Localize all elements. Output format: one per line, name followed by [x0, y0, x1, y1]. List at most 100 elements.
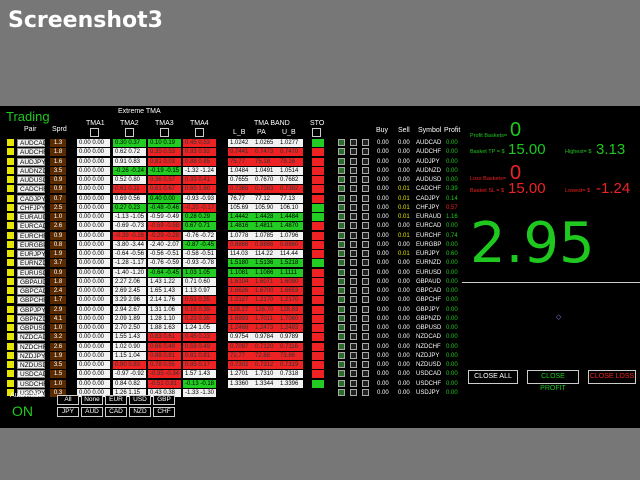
sell-toggle-button[interactable] — [350, 176, 357, 183]
buy-toggle-button[interactable] — [338, 213, 345, 220]
tma2-checkbox[interactable] — [125, 128, 134, 137]
close-toggle-button[interactable] — [362, 314, 369, 322]
buy-toggle-button[interactable] — [338, 240, 345, 248]
buy-toggle-button[interactable] — [338, 139, 345, 146]
close-toggle-button[interactable] — [362, 231, 369, 239]
sell-toggle-button[interactable] — [350, 277, 357, 285]
buy-toggle-button[interactable] — [338, 176, 345, 183]
buy-toggle-button[interactable] — [338, 203, 345, 211]
sell-toggle-button[interactable] — [350, 240, 357, 248]
row-select-checkbox[interactable] — [7, 287, 14, 294]
pair-button[interactable]: GBPAUD — [17, 277, 47, 286]
currency-filter-button[interactable]: USD — [129, 395, 151, 405]
pair-button[interactable]: EURCAD — [17, 222, 47, 231]
currency-filter-button[interactable]: NZD — [129, 407, 151, 417]
sell-toggle-button[interactable] — [350, 287, 357, 294]
pair-button[interactable]: NZDCHF — [17, 342, 47, 351]
close-toggle-button[interactable] — [362, 240, 369, 248]
pair-button[interactable]: USDCAD — [17, 370, 47, 379]
pair-button[interactable]: EURNZD — [17, 259, 47, 268]
close-toggle-button[interactable] — [362, 222, 369, 230]
row-select-checkbox[interactable] — [7, 296, 14, 304]
buy-toggle-button[interactable] — [338, 231, 345, 239]
sell-toggle-button[interactable] — [350, 139, 357, 146]
buy-toggle-button[interactable] — [338, 370, 345, 378]
row-select-checkbox[interactable] — [7, 213, 14, 220]
sell-toggle-button[interactable] — [350, 379, 357, 387]
pair-button[interactable]: CADCHF — [17, 185, 47, 194]
close-toggle-button[interactable] — [362, 277, 369, 285]
pair-button[interactable]: EURGBP — [17, 240, 47, 249]
close-all-button[interactable]: CLOSE ALL — [468, 370, 518, 384]
buy-toggle-button[interactable] — [338, 157, 345, 165]
pair-button[interactable]: NZDUSD — [17, 361, 47, 369]
tma1-checkbox[interactable] — [90, 128, 99, 137]
row-select-checkbox[interactable] — [7, 370, 14, 378]
sell-toggle-button[interactable] — [350, 185, 357, 193]
buy-toggle-button[interactable] — [338, 185, 345, 193]
buy-toggle-button[interactable] — [338, 314, 345, 322]
sell-toggle-button[interactable] — [350, 351, 357, 359]
row-select-checkbox[interactable] — [7, 194, 14, 202]
sell-toggle-button[interactable] — [350, 259, 357, 267]
row-select-checkbox[interactable] — [7, 277, 14, 285]
pair-button[interactable]: GBPUSD — [17, 324, 47, 332]
sell-toggle-button[interactable] — [350, 370, 357, 378]
currency-filter-button[interactable]: AUD — [81, 407, 103, 417]
row-select-checkbox[interactable] — [7, 231, 14, 239]
row-select-checkbox[interactable] — [7, 222, 14, 230]
tma3-checkbox[interactable] — [160, 128, 169, 137]
close-toggle-button[interactable] — [362, 351, 369, 359]
buy-toggle-button[interactable] — [338, 148, 345, 156]
pair-button[interactable]: CADJPY — [17, 194, 46, 203]
currency-filter-button[interactable]: GBP — [153, 395, 175, 405]
buy-toggle-button[interactable] — [338, 222, 345, 230]
buy-toggle-button[interactable] — [338, 379, 345, 387]
row-select-checkbox[interactable] — [7, 361, 14, 368]
pair-button[interactable]: AUDUSD — [17, 176, 47, 184]
row-select-checkbox[interactable] — [7, 379, 14, 387]
buy-toggle-button[interactable] — [338, 194, 345, 202]
row-select-checkbox[interactable] — [7, 333, 14, 341]
pair-button[interactable]: AUDNZD — [17, 166, 47, 175]
close-toggle-button[interactable] — [362, 324, 369, 331]
close-toggle-button[interactable] — [362, 342, 369, 350]
currency-filter-button[interactable]: CHF — [153, 407, 175, 417]
row-select-checkbox[interactable] — [7, 351, 14, 359]
buy-toggle-button[interactable] — [338, 361, 345, 368]
sell-toggle-button[interactable] — [350, 268, 357, 276]
sell-toggle-button[interactable] — [350, 305, 357, 313]
sell-toggle-button[interactable] — [350, 324, 357, 331]
buy-toggle-button[interactable] — [338, 277, 345, 285]
close-toggle-button[interactable] — [362, 268, 369, 276]
currency-filter-button[interactable]: JPY — [57, 407, 79, 417]
close-toggle-button[interactable] — [362, 259, 369, 267]
row-select-checkbox[interactable] — [7, 166, 14, 174]
row-select-checkbox[interactable] — [7, 250, 14, 257]
close-toggle-button[interactable] — [362, 379, 369, 387]
buy-toggle-button[interactable] — [338, 388, 345, 396]
close-toggle-button[interactable] — [362, 305, 369, 313]
close-toggle-button[interactable] — [362, 176, 369, 183]
row-select-checkbox[interactable] — [7, 324, 14, 331]
sell-toggle-button[interactable] — [350, 166, 357, 174]
buy-toggle-button[interactable] — [338, 305, 345, 313]
pair-button[interactable]: EURCHF — [17, 231, 47, 240]
row-select-checkbox[interactable] — [7, 342, 14, 350]
row-select-checkbox[interactable] — [7, 305, 14, 313]
close-toggle-button[interactable] — [362, 361, 369, 368]
sell-toggle-button[interactable] — [350, 157, 357, 165]
close-toggle-button[interactable] — [362, 148, 369, 156]
sell-toggle-button[interactable] — [350, 148, 357, 156]
close-toggle-button[interactable] — [362, 139, 369, 146]
sell-toggle-button[interactable] — [350, 213, 357, 220]
row-select-checkbox[interactable] — [7, 148, 14, 156]
sell-toggle-button[interactable] — [350, 342, 357, 350]
pair-button[interactable]: GBPNZD — [17, 314, 47, 323]
row-select-checkbox[interactable] — [7, 176, 14, 183]
row-select-checkbox[interactable] — [7, 314, 14, 322]
pair-button[interactable]: AUDJPY — [17, 157, 46, 166]
buy-toggle-button[interactable] — [338, 287, 345, 294]
sell-toggle-button[interactable] — [350, 203, 357, 211]
sell-toggle-button[interactable] — [350, 361, 357, 368]
